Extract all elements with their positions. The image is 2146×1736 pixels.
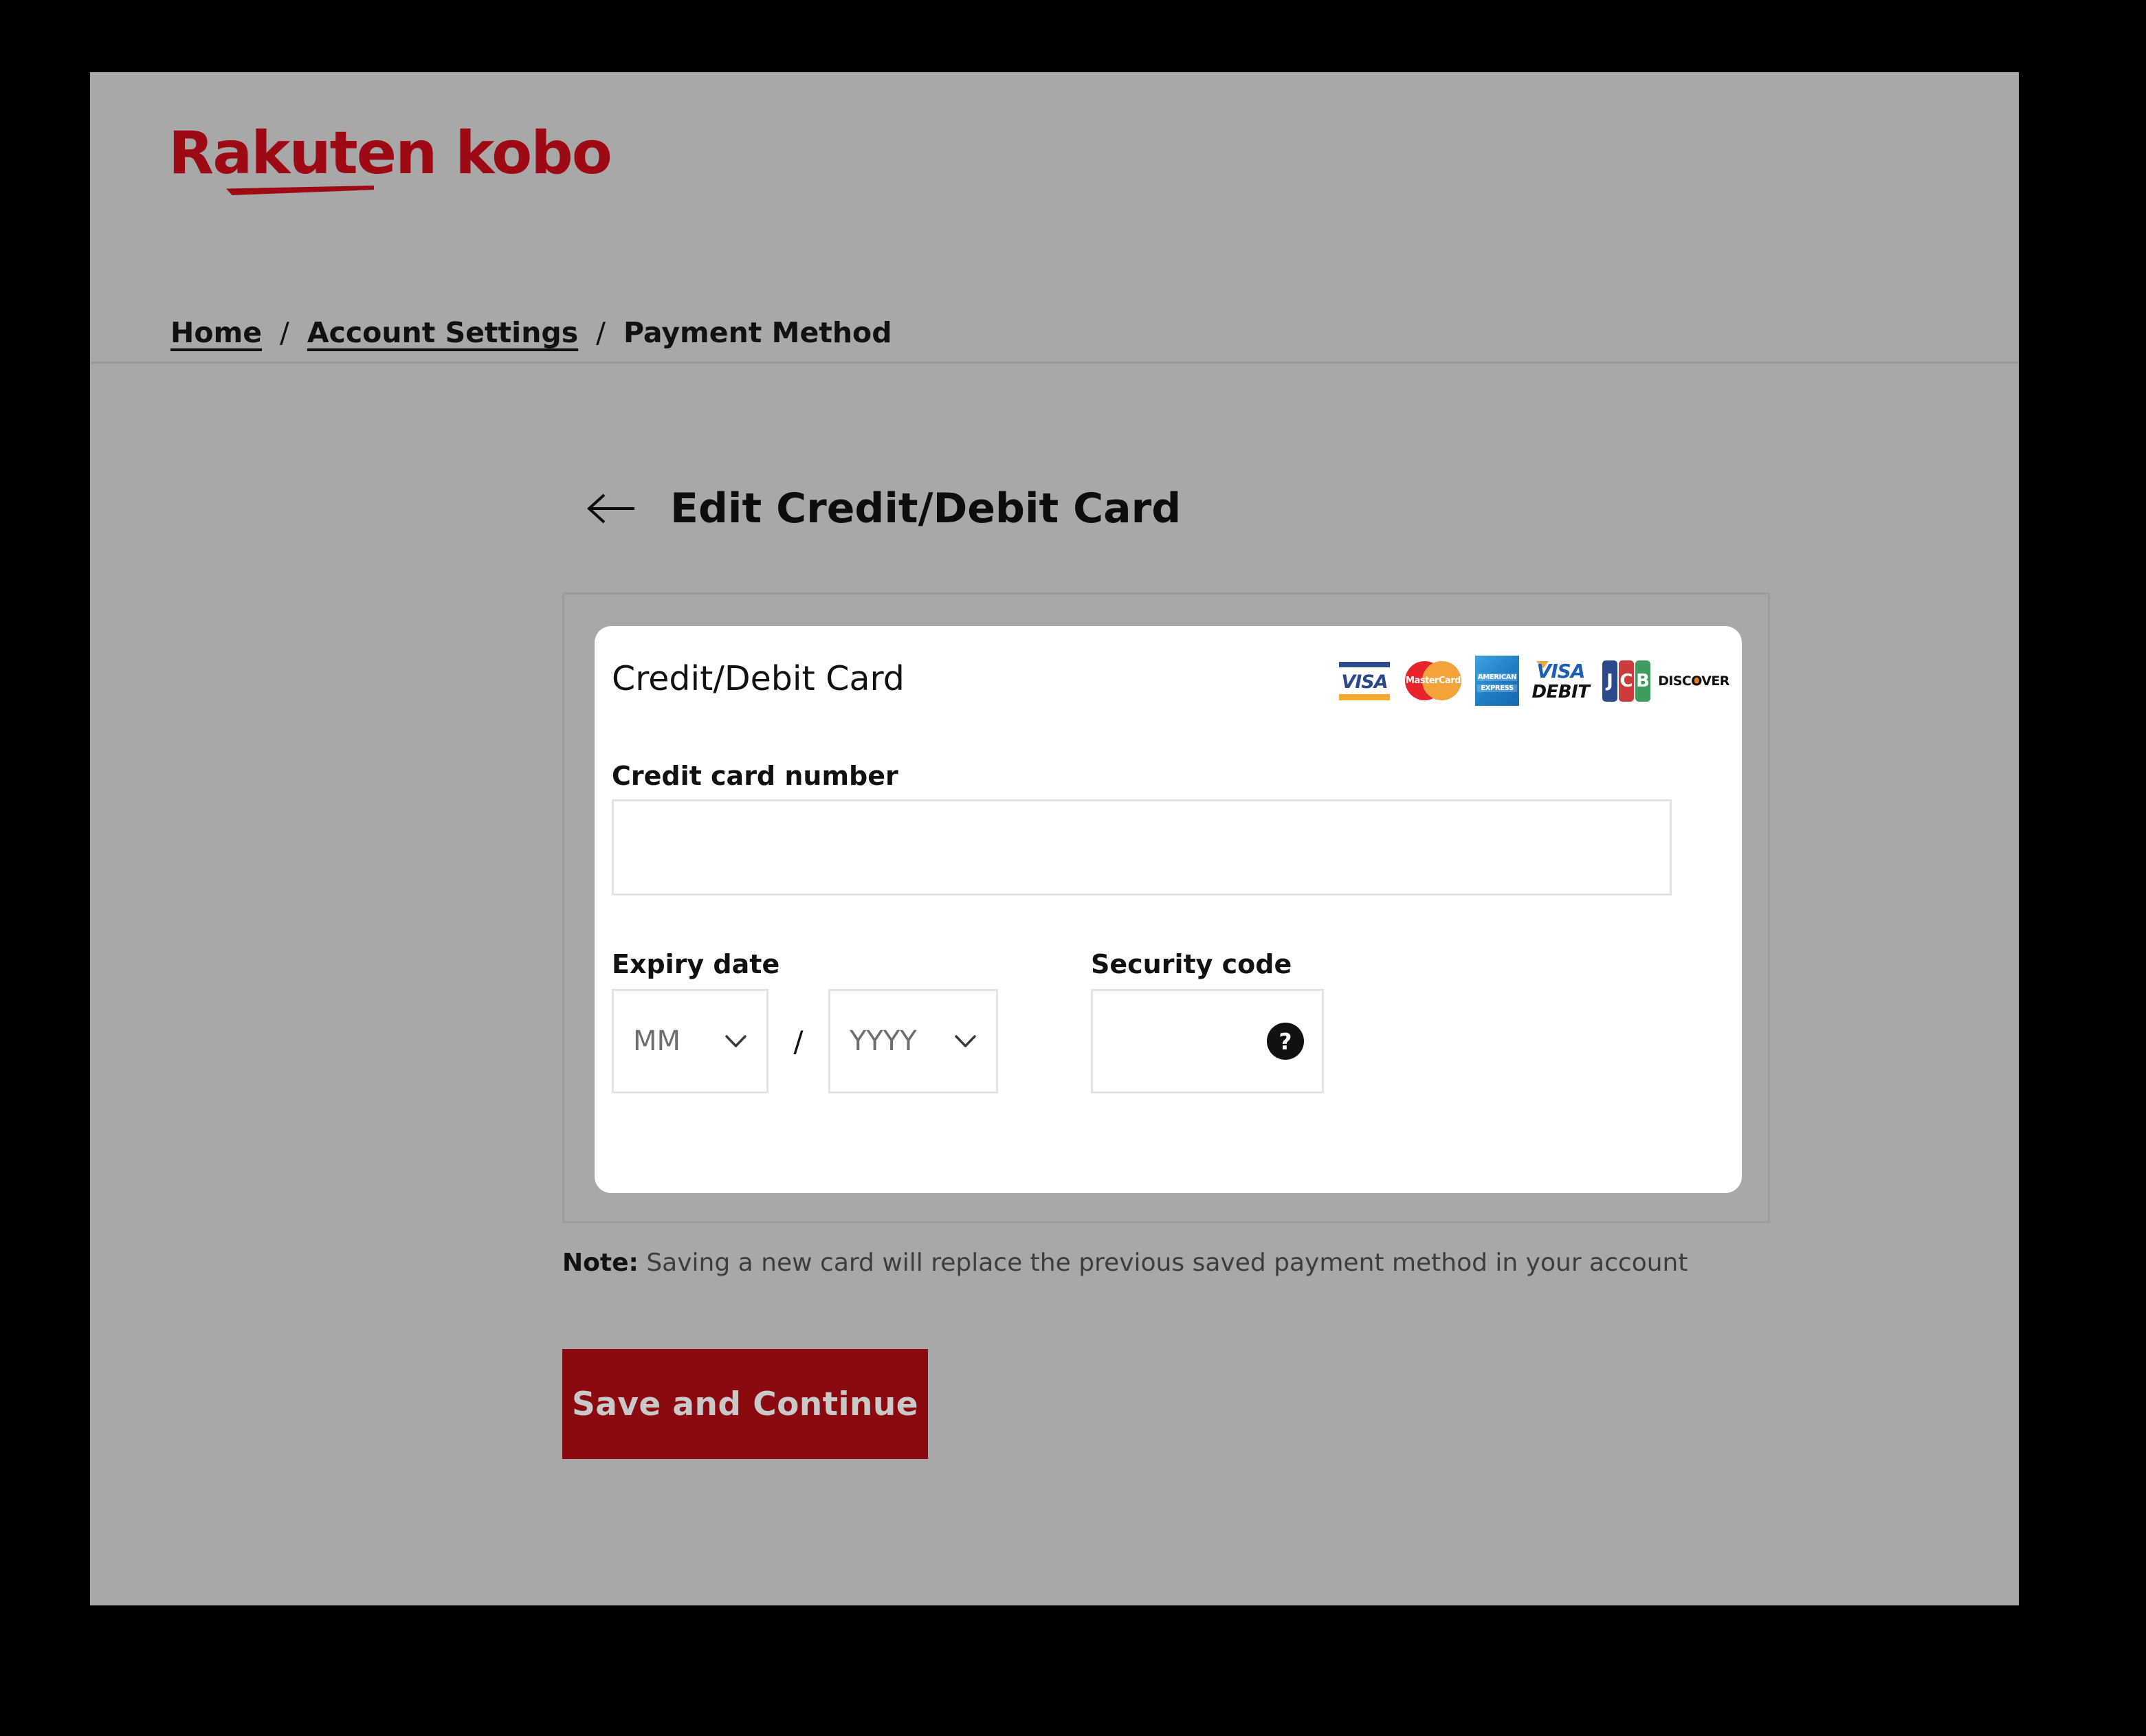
expiry-month-select[interactable]: MM (612, 989, 768, 1093)
mastercard-icon: MasterCard (1404, 660, 1463, 701)
amex-label-line2: EXPRESS (1477, 685, 1517, 692)
page-title-row: Edit Credit/Debit Card (90, 485, 2019, 533)
expiry-year-value: YYYY (850, 1025, 917, 1057)
breadcrumb-item-account-settings[interactable]: Account Settings (307, 316, 578, 349)
expiry-month-value: MM (633, 1025, 681, 1057)
security-code-label: Security code (1091, 949, 1292, 979)
visa-icon: VISA (1338, 658, 1391, 704)
rakuten-kobo-logo[interactable]: Rakuten kobo (168, 119, 612, 195)
chevron-down-icon (725, 1035, 746, 1047)
expiry-separator: / (793, 1024, 804, 1058)
visa-debit-icon: VISA DEBIT (1531, 658, 1590, 704)
jcb-letter-b: B (1636, 670, 1650, 691)
logo-wordmark: Rakuten kobo (168, 119, 612, 188)
credit-card-form-frame: Credit/Debit Card VISA MasterCard AMERIC… (562, 592, 1770, 1223)
replacement-note: Note: Saving a new card will replace the… (562, 1249, 1688, 1277)
site-header: Rakuten kobo Home / Account Settings / P… (90, 72, 2019, 364)
jcb-icon: J C B (1602, 660, 1650, 702)
breadcrumb: Home / Account Settings / Payment Method (170, 316, 892, 349)
question-mark-icon[interactable]: ? (1267, 1023, 1304, 1060)
chevron-down-icon (955, 1035, 976, 1047)
security-code-field: ? (1091, 989, 1324, 1093)
note-text: Saving a new card will replace the previ… (638, 1249, 1688, 1277)
visa-debit-label-line2: DEBIT (1531, 681, 1590, 702)
discover-label: DISCOVER (1658, 673, 1729, 689)
visa-label: VISA (1341, 671, 1388, 693)
card-number-label: Credit card number (612, 761, 898, 791)
amex-icon: AMERICAN EXPRESS (1475, 656, 1519, 706)
arrow-left-icon[interactable] (586, 492, 636, 525)
expiry-year-select[interactable]: YYYY (828, 989, 998, 1093)
accepted-card-brands: VISA MasterCard AMERICAN EXPRESS VISA DE… (1338, 656, 1729, 706)
visa-top-bar (1339, 661, 1390, 667)
jcb-letter-c: C (1619, 670, 1633, 691)
page-viewport: Rakuten kobo Home / Account Settings / P… (90, 72, 2019, 1605)
visa-debit-label-line1: VISA (1536, 659, 1586, 682)
credit-card-form: Credit/Debit Card VISA MasterCard AMERIC… (595, 626, 1742, 1193)
discover-icon: DISCOVER (1658, 671, 1729, 691)
note-label: Note: (562, 1249, 639, 1277)
mastercard-label: MasterCard (1406, 675, 1461, 686)
breadcrumb-item-payment-method: Payment Method (623, 316, 892, 349)
breadcrumb-separator: / (596, 316, 606, 349)
breadcrumb-separator: / (280, 316, 289, 349)
save-and-continue-button[interactable]: Save and Continue (562, 1349, 928, 1459)
page-title: Edit Credit/Debit Card (670, 485, 1182, 533)
expiry-date-label: Expiry date (612, 949, 780, 979)
card-form-header: Credit/Debit Card VISA MasterCard AMERIC… (595, 626, 1742, 715)
card-section-title: Credit/Debit Card (612, 659, 905, 698)
breadcrumb-item-home[interactable]: Home (170, 316, 262, 349)
amex-label-line1: AMERICAN (1477, 674, 1517, 681)
card-number-input[interactable] (612, 799, 1672, 895)
expiry-date-row: MM / YYYY (612, 989, 998, 1093)
jcb-block-j: J (1602, 660, 1617, 702)
jcb-block-b: B (1635, 660, 1650, 702)
jcb-block-c: C (1619, 660, 1634, 702)
jcb-letter-j: J (1606, 670, 1613, 691)
visa-bottom-bar (1339, 693, 1390, 700)
